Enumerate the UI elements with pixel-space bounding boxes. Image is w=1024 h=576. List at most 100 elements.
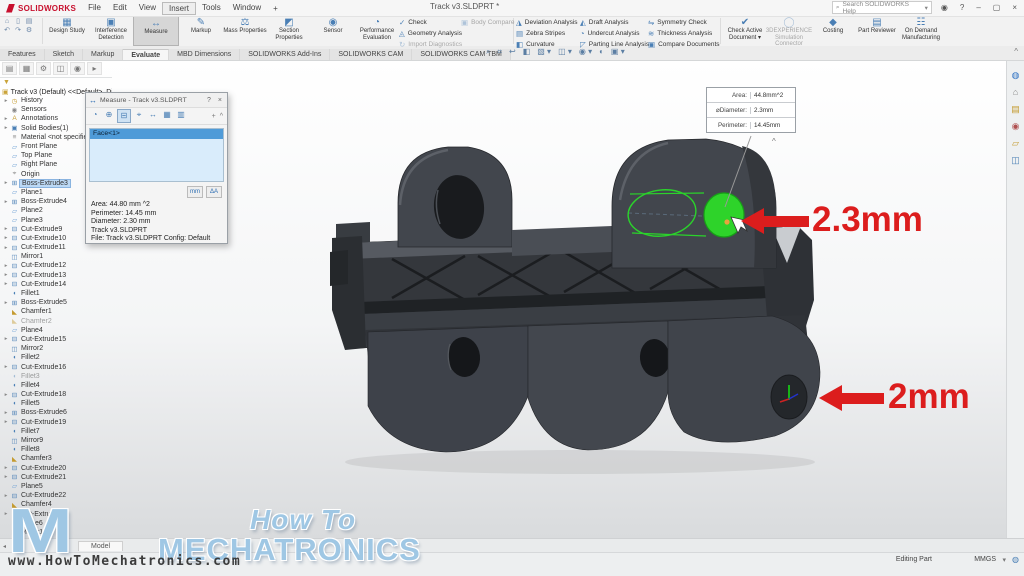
tree-item[interactable]: ▱ Plane4 (2, 326, 112, 335)
measure-toolbar-icon[interactable]: ▦ (161, 109, 173, 121)
tree-item[interactable]: ◫ Mirror2 (2, 344, 112, 353)
expand-arrow-icon[interactable]: ▸ (2, 116, 10, 122)
ribbon-stack-button[interactable]: ◭ Draft Analysis (580, 18, 648, 27)
quick-access-icon[interactable]: ⌂ (2, 18, 12, 26)
measure-toolbar-icon[interactable]: ⊕ (103, 109, 115, 121)
pin-icon[interactable]: + (211, 113, 217, 120)
tree-item[interactable]: ◫ Mirror9 (2, 436, 112, 445)
menu-item[interactable]: Window (227, 2, 267, 15)
tree-item[interactable]: ◣ Chamfer3 (2, 454, 112, 463)
tree-item[interactable]: ◖ Fillet8 (2, 445, 112, 454)
ribbon-stack-button[interactable]: ◧ Curvature (516, 40, 580, 49)
expand-arrow-icon[interactable]: ▸ (2, 272, 10, 278)
units-status[interactable]: MMGS (974, 556, 996, 563)
ribbon-button[interactable]: ✔ Check Active Document ▾ (723, 16, 767, 46)
ribbon-button[interactable]: ◆ Costing (811, 16, 855, 46)
expand-arrow-icon[interactable]: ▸ (2, 336, 10, 342)
expand-arrow-icon[interactable]: ▸ (2, 493, 10, 499)
tree-item[interactable]: ▸ ⊞ Boss-Extrude6 (2, 408, 112, 417)
tab-scroll-right-icon[interactable]: ▸ (9, 543, 18, 550)
expand-arrow-icon[interactable]: ▸ (2, 410, 10, 416)
selected-entity[interactable]: Face<1> (90, 129, 223, 139)
ribbon-stack-button[interactable]: ◮ Deviation Analysis (516, 18, 580, 27)
profile-icon[interactable]: ◉ (938, 3, 951, 12)
ribbon-stack-button[interactable]: ✓ Check (399, 18, 461, 27)
expand-arrow-icon[interactable]: ▸ (2, 511, 10, 517)
task-pane-icon[interactable]: ▤ (1011, 104, 1020, 114)
tree-item[interactable]: ▸ ⊟ Cut-Extrude12 (2, 261, 112, 270)
command-tab[interactable]: SOLIDWORKS Add-Ins (240, 49, 330, 60)
menu-item[interactable]: Edit (107, 2, 133, 15)
callout-collapse-icon[interactable]: ^ (772, 137, 776, 146)
command-tab[interactable]: Sketch (45, 49, 83, 60)
expand-arrow-icon[interactable]: ▸ (2, 226, 10, 232)
task-pane-icon[interactable]: ▱ (1012, 138, 1019, 148)
measure-toolbar-icon[interactable]: ⌖ (133, 109, 145, 121)
collapse-icon[interactable]: ^ (219, 113, 224, 120)
tree-item[interactable]: ◖ Fillet5 (2, 399, 112, 408)
task-pane-icon[interactable]: ◉ (1012, 121, 1020, 131)
tree-item[interactable]: ◖ Fillet2 (2, 353, 112, 362)
measure-toolbar-icon[interactable]: ↔ (147, 109, 159, 121)
panel-tab-icon[interactable]: ▸ (87, 62, 102, 75)
tree-item[interactable]: ▸ ⊟ Cut-Extrude18 (2, 390, 112, 399)
command-tab[interactable]: Features (0, 49, 45, 60)
expand-arrow-icon[interactable]: ▸ (2, 245, 10, 251)
ribbon-button[interactable]: ↔ Measure (133, 16, 179, 46)
ribbon-button[interactable]: ◔ Performance Evaluation (355, 16, 399, 46)
panel-tab-icon[interactable]: ◉ (70, 62, 85, 75)
ribbon-button[interactable]: ▦ Design Study (45, 16, 89, 46)
menu-item[interactable]: Insert (162, 2, 196, 15)
ribbon-stack-button[interactable]: ◬ Geometry Analysis (399, 29, 461, 38)
tree-item[interactable]: ▸ ⊟ Cut-Extrude16 (2, 362, 112, 371)
measure-help-button[interactable]: ? (205, 97, 213, 104)
measure-toolbar-icon[interactable]: ◔ (89, 109, 101, 121)
quick-access-icon[interactable]: ⚙ (24, 27, 34, 35)
ribbon-stack-button[interactable]: ↻ Import Diagnostics (399, 40, 461, 49)
quick-access-icon[interactable]: ▯ (13, 18, 23, 26)
expand-arrow-icon[interactable]: ▸ (2, 281, 10, 287)
tree-item[interactable]: ▸ ⊟ Cut-Extrude15 (2, 335, 112, 344)
tab-scroll-left-icon[interactable]: ◂ (0, 543, 9, 550)
model-tab[interactable]: Model (78, 541, 123, 551)
expand-arrow-icon[interactable]: ▸ (2, 199, 10, 205)
expand-arrow-icon[interactable]: ▸ (2, 392, 10, 398)
measure-result-icon[interactable]: ΔA (206, 186, 222, 198)
panel-tab-icon[interactable]: ▦ (19, 62, 34, 75)
command-tab[interactable]: SOLIDWORKS CAM (330, 49, 412, 60)
units-dropdown-icon[interactable]: ▾ (1002, 556, 1006, 564)
ribbon-stack-button[interactable]: ≋ Thickness Analysis (648, 29, 718, 38)
ribbon-button[interactable]: ☷ On Demand Manufacturing (899, 16, 943, 46)
ribbon-stack-button[interactable]: ◔ Undercut Analysis (580, 29, 648, 38)
measure-toolbar-icon[interactable]: ▥ (175, 109, 187, 121)
menu-item[interactable]: Tools (196, 2, 227, 15)
command-tab[interactable]: MBD Dimensions (169, 49, 240, 60)
expand-arrow-icon[interactable]: ▸ (2, 263, 10, 269)
ribbon-stack-button[interactable]: ⇋ Symmetry Check (648, 18, 718, 27)
panel-tab-icon[interactable]: ⚙ (36, 62, 51, 75)
tree-item[interactable]: ◖ Fillet1 (2, 289, 112, 298)
ribbon-button[interactable]: ✎ Markup (179, 16, 223, 46)
expand-arrow-icon[interactable]: ▸ (2, 235, 10, 241)
search-input[interactable]: ⌕ Search SOLIDWORKS Help ▾ (832, 1, 932, 14)
tree-item[interactable]: ◫ Mirror11 (2, 528, 112, 537)
expand-arrow-icon[interactable]: ▸ (2, 474, 10, 480)
ribbon-button[interactable]: ◯ 3DEXPERIENCE Simulation Connector (767, 16, 811, 46)
restore-button[interactable]: ▢ (990, 3, 1004, 12)
expand-arrow-icon[interactable]: ▸ (2, 180, 10, 186)
menu-item[interactable]: View (133, 2, 162, 15)
command-tab[interactable]: Markup (83, 49, 123, 60)
tree-item[interactable]: ▸ ⊟ Cut-Extrude19 (2, 418, 112, 427)
expand-arrow-icon[interactable]: ▸ (2, 465, 10, 471)
ribbon-stack-button[interactable]: ◸ Parting Line Analysis (580, 40, 648, 49)
tree-item[interactable]: ◖ Fillet3 (2, 372, 112, 381)
tree-item[interactable]: ◣ Chamfer1 (2, 307, 112, 316)
ribbon-collapse-icon[interactable]: ^ (1014, 47, 1018, 56)
menu-item[interactable]: File (82, 2, 107, 15)
pin-icon[interactable]: + (267, 3, 284, 14)
heads-up-icon[interactable]: ↩ (509, 47, 516, 57)
quick-access-icon[interactable]: ↶ (2, 27, 12, 35)
measure-toolbar-icon[interactable]: ⊟ (117, 109, 131, 123)
tree-item[interactable]: ▸ ⊟ Cut-Extrude13 (2, 271, 112, 280)
expand-arrow-icon[interactable]: ▸ (2, 125, 10, 131)
